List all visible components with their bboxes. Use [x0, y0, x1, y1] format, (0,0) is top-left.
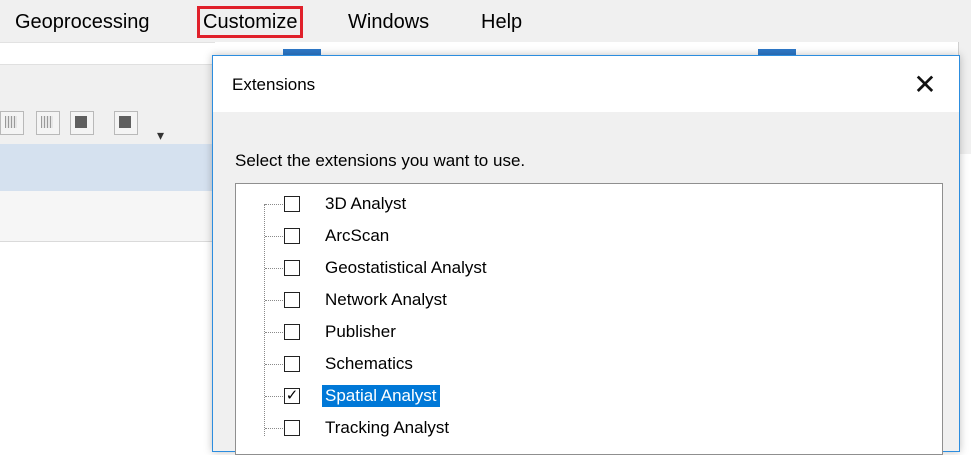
extension-item[interactable]: 3D Analyst: [236, 188, 936, 220]
extension-label: Network Analyst: [325, 290, 447, 309]
tree-connector: [265, 364, 283, 365]
extension-label: ArcScan: [325, 226, 390, 245]
extension-label: 3D Analyst: [325, 194, 407, 213]
menu-windows[interactable]: Windows: [345, 9, 432, 35]
tree-connector: [265, 428, 283, 429]
extensions-list[interactable]: 3D Analyst ArcScan Geostatistical Analyst N…: [235, 183, 943, 455]
extension-label: Publisher: [325, 322, 396, 341]
tree-connector: [265, 236, 283, 237]
close-icon[interactable]: ✕: [905, 66, 945, 106]
menu-customize[interactable]: Customize: [196, 6, 304, 38]
extension-item[interactable]: Schematics: [236, 348, 936, 380]
tree-connector: [265, 268, 283, 269]
extension-checkbox[interactable]: [284, 196, 300, 212]
tree-connector: [265, 332, 283, 333]
panel-band: [0, 144, 215, 191]
extension-checkbox[interactable]: [284, 356, 300, 372]
extension-item[interactable]: Publisher: [236, 316, 936, 348]
extensions-dialog: Extensions ✕ Select the extensions you w…: [212, 55, 960, 455]
toolbar-strip: [0, 42, 215, 65]
extension-checkbox[interactable]: [284, 260, 300, 276]
extension-checkbox[interactable]: [284, 228, 300, 244]
extension-item[interactable]: Geostatistical Analyst: [236, 252, 936, 284]
tree-connector: [265, 204, 283, 205]
toolbar-tool-icon[interactable]: [36, 111, 60, 135]
tree-connector: [265, 300, 283, 301]
extension-checkbox[interactable]: [284, 420, 300, 436]
extension-label: Schematics: [325, 354, 413, 373]
menu-bar: Geoprocessing Customize Windows Help: [0, 0, 971, 42]
toolbar-overflow-icon[interactable]: ▾: [157, 127, 164, 144]
panel-band: [0, 191, 215, 242]
extension-item[interactable]: Network Analyst: [236, 284, 936, 316]
toolbar-tool-icon[interactable]: [114, 111, 138, 135]
menu-geoprocessing[interactable]: Geoprocessing: [12, 9, 153, 35]
extension-item[interactable]: ✓ Spatial Analyst: [236, 380, 936, 412]
tree-connector: [265, 396, 283, 397]
menu-help[interactable]: Help: [478, 9, 525, 35]
extension-label: Geostatistical Analyst: [325, 258, 487, 277]
extension-checkbox[interactable]: [284, 324, 300, 340]
extension-checkbox[interactable]: [284, 292, 300, 308]
extension-label: Tracking Analyst: [325, 418, 450, 437]
dialog-titlebar: Extensions ✕: [213, 56, 959, 112]
dialog-title: Extensions: [232, 75, 316, 94]
toolbar-tool-icon[interactable]: [70, 111, 94, 135]
extension-checkbox[interactable]: ✓: [284, 388, 300, 404]
extension-label: Spatial Analyst: [322, 385, 440, 407]
extension-item[interactable]: ArcScan: [236, 220, 936, 252]
dialog-prompt: Select the extensions you want to use.: [235, 151, 526, 170]
toolbar-tool-icon[interactable]: [0, 111, 24, 135]
extension-item[interactable]: Tracking Analyst: [236, 412, 936, 444]
